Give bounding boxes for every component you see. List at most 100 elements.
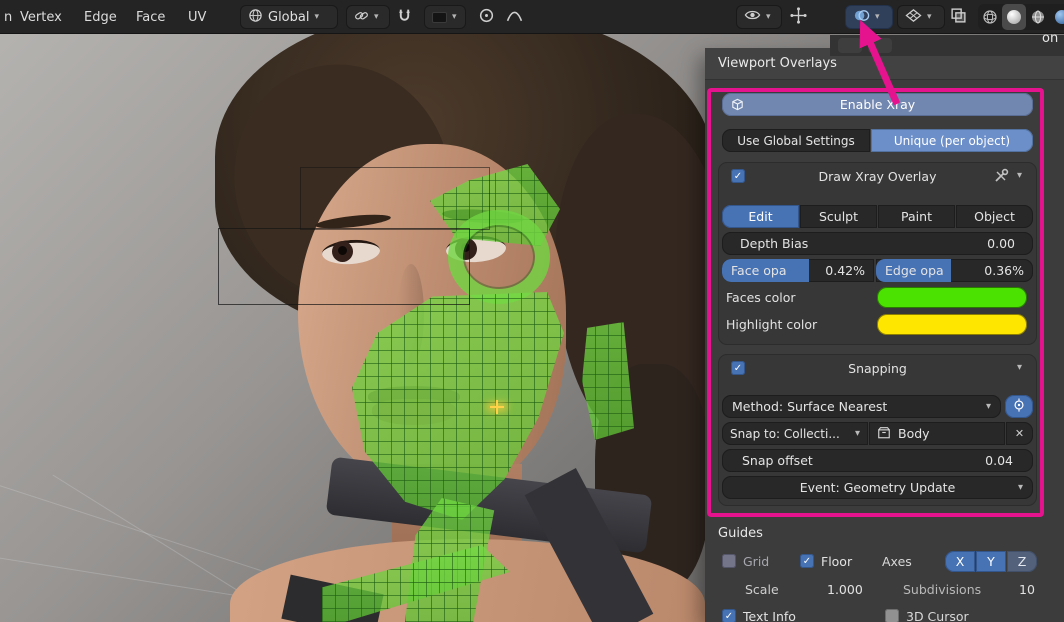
subdivisions-label: Subdivisions: [903, 578, 981, 601]
selection-box-brow: [300, 167, 490, 230]
transform-orientation-dropdown[interactable]: Global ▾: [240, 5, 338, 29]
check-icon: ✓: [803, 556, 811, 567]
plane-grid-icon: [905, 8, 922, 27]
chevron-down-icon: ▾: [374, 13, 379, 22]
snap-to-label: Snap to: Collecti...: [730, 427, 840, 441]
cursor-3d-label: 3D Cursor: [906, 605, 969, 622]
check-icon: ✓: [725, 611, 733, 622]
chevron-down-icon: ▾: [314, 13, 319, 22]
eye-icon: [744, 8, 761, 26]
text-info-checkbox[interactable]: ✓: [722, 609, 736, 622]
menu-face[interactable]: Face: [132, 0, 169, 34]
grid-checkbox[interactable]: [722, 554, 736, 568]
depth-bias-label: Depth Bias: [740, 236, 808, 251]
selection-box-eyes: [218, 228, 470, 305]
snap-method-dropdown[interactable]: Method: Surface Nearest ▾: [722, 395, 1001, 418]
snap-target-dropdown[interactable]: ▾: [346, 5, 390, 29]
chevron-down-icon: ▾: [452, 13, 457, 22]
shading-material-icon[interactable]: [1026, 4, 1050, 30]
snap-event-label: Event: Geometry Update: [800, 480, 956, 495]
tab-paint[interactable]: Paint: [878, 205, 955, 228]
header-toolbar: n Vertex Edge Face UV Global ▾ ▾ ▾: [0, 0, 1064, 34]
tool-wrench-icon[interactable]: [993, 168, 1009, 187]
menu-vertex[interactable]: Vertex: [16, 0, 66, 34]
gizmos-dropdown[interactable]: ▾: [897, 5, 945, 29]
snapping-header[interactable]: Snapping: [705, 357, 1050, 380]
global-orientation-icon: [248, 8, 263, 27]
tab-edit[interactable]: Edit: [722, 205, 799, 228]
visibility-dropdown[interactable]: ▾: [736, 5, 782, 29]
tab-object[interactable]: Object: [956, 205, 1033, 228]
secondary-toolbar: on: [830, 35, 1064, 56]
enable-xray-label: Enable Xray: [840, 97, 915, 112]
close-icon: ✕: [1015, 427, 1024, 440]
cursor-3d-checkbox[interactable]: [885, 609, 899, 622]
floor-label: Floor: [821, 550, 852, 573]
collection-box-icon: [877, 426, 891, 442]
chevron-down-icon: ▾: [766, 13, 771, 22]
subdivisions-value[interactable]: 10: [1019, 578, 1035, 601]
enable-xray-button[interactable]: Enable Xray: [722, 93, 1033, 116]
menu-uv[interactable]: UV: [184, 0, 210, 34]
snap-offset-slider[interactable]: Snap offset 0.04: [722, 449, 1033, 472]
overlays-dropdown[interactable]: ▾: [845, 5, 893, 29]
snap-to-clear-button[interactable]: ✕: [1006, 422, 1033, 445]
chevron-down-icon[interactable]: ▾: [1017, 171, 1022, 181]
unique-per-object-button[interactable]: Unique (per object): [871, 129, 1033, 152]
use-global-settings-button[interactable]: Use Global Settings: [722, 129, 870, 152]
snap-to-value: Body: [898, 426, 930, 441]
xray-toggle-icon[interactable]: [950, 7, 967, 24]
panel-title: Viewport Overlays: [718, 56, 837, 71]
falloff-curve-icon[interactable]: [506, 7, 523, 24]
unique-per-object-label: Unique (per object): [894, 134, 1010, 148]
text-info-label: Text Info: [743, 605, 796, 622]
axis-y-toggle[interactable]: Y: [976, 551, 1006, 572]
chevron-down-icon[interactable]: ▾: [1017, 363, 1022, 373]
snap-offset-value: 0.04: [985, 453, 1013, 468]
depth-bias-value: 0.00: [987, 236, 1015, 251]
axes-label: Axes: [882, 550, 912, 573]
chevron-down-icon: ▾: [1018, 483, 1023, 493]
cube-icon: [730, 97, 745, 115]
edge-opacity-value: 0.36%: [984, 263, 1024, 278]
mini-button[interactable]: [838, 38, 862, 53]
face-opacity-label: Face opa: [731, 263, 786, 278]
shading-wireframe-icon[interactable]: [978, 4, 1002, 30]
snap-offset-label: Snap offset: [742, 453, 813, 468]
faces-color-label: Faces color: [726, 286, 796, 309]
menu-edge[interactable]: Edge: [80, 0, 121, 34]
faces-color-swatch[interactable]: [877, 287, 1027, 308]
snap-magnet-icon[interactable]: [396, 7, 413, 24]
chevron-down-icon: ▾: [875, 13, 880, 22]
edge-opacity-slider[interactable]: Edge opa 0.36%: [876, 259, 1033, 282]
highlight-color-swatch[interactable]: [877, 314, 1027, 335]
chevron-down-icon: ▾: [927, 13, 932, 22]
chevron-down-icon: ▾: [986, 402, 991, 412]
scale-label: Scale: [745, 578, 779, 601]
proportional-edit-icon[interactable]: [478, 7, 495, 24]
overlays-icon: [853, 8, 870, 27]
gradient-color-dropdown[interactable]: ▾: [424, 5, 466, 29]
snap-to-object-field[interactable]: Body: [869, 422, 1005, 445]
viewport-overlays-panel: Viewport Overlays Enable Xray Use Global…: [705, 48, 1064, 622]
depth-bias-slider[interactable]: Depth Bias 0.00: [722, 232, 1033, 255]
snap-event-dropdown[interactable]: Event: Geometry Update ▾: [722, 476, 1033, 499]
shading-rendered-icon[interactable]: [1050, 4, 1064, 30]
tab-sculpt[interactable]: Sculpt: [800, 205, 877, 228]
grid-label: Grid: [743, 550, 769, 573]
face-opacity-slider[interactable]: Face opa 0.42%: [722, 259, 874, 282]
axis-z-toggle[interactable]: Z: [1007, 551, 1037, 572]
mini-button[interactable]: [868, 38, 892, 53]
guides-title: Guides: [718, 526, 763, 541]
snap-settings-button[interactable]: [1005, 395, 1033, 418]
blender-screen: n Vertex Edge Face UV Global ▾ ▾ ▾: [0, 0, 1064, 622]
axis-x-toggle[interactable]: X: [945, 551, 975, 572]
snap-to-dropdown[interactable]: Snap to: Collecti... ▾: [722, 422, 868, 445]
specular-glint-v: [496, 400, 498, 414]
chevron-down-icon: ▾: [855, 429, 860, 439]
shading-solid-icon[interactable]: [1002, 4, 1026, 30]
gizmo-icon[interactable]: [790, 7, 807, 24]
orientation-label: Global: [268, 10, 309, 25]
floor-checkbox[interactable]: ✓: [800, 554, 814, 568]
scale-value[interactable]: 1.000: [827, 578, 863, 601]
